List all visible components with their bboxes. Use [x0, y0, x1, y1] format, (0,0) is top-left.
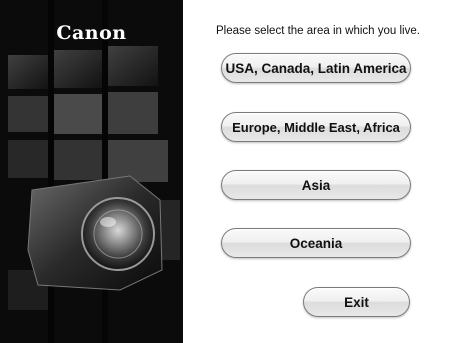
brand-logo: Canon: [56, 22, 127, 44]
camcorder-lens-illustration: [8, 0, 180, 343]
region-button-europe-middle-east-africa[interactable]: Europe, Middle East, Africa: [221, 112, 411, 142]
region-select-window: Canon Please select the area in which yo…: [0, 0, 452, 343]
region-button-asia[interactable]: Asia: [221, 170, 411, 200]
region-button-usa-canada-latin-america[interactable]: USA, Canada, Latin America: [221, 53, 411, 83]
area-prompt: Please select the area in which you live…: [216, 25, 420, 37]
region-button-oceania[interactable]: Oceania: [221, 228, 411, 258]
selection-panel: Please select the area in which you live…: [183, 0, 452, 343]
banner-panel: Canon: [0, 0, 183, 343]
exit-button[interactable]: Exit: [303, 287, 410, 317]
